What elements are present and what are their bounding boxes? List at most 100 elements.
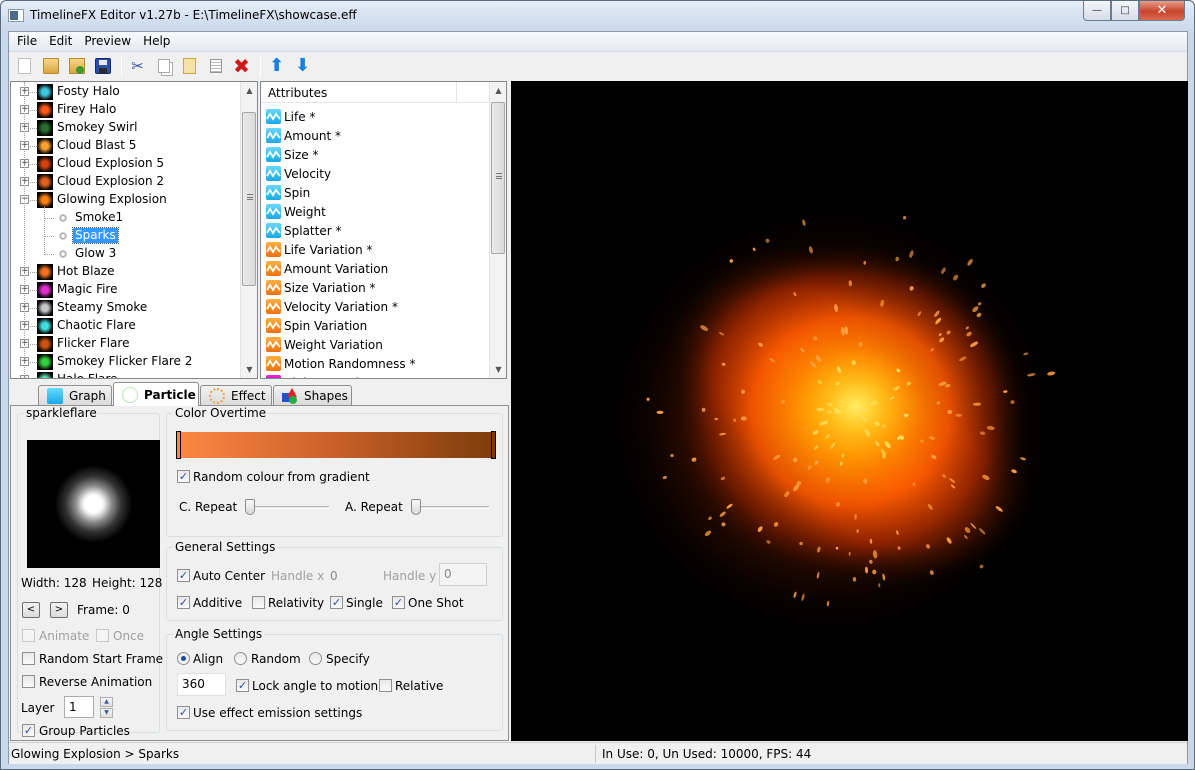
attributes-header[interactable]: Attributes <box>261 82 490 103</box>
duplicate-button[interactable] <box>204 55 227 77</box>
move-up-button[interactable]: ⬆ <box>265 55 288 77</box>
specify-radio[interactable] <box>309 652 322 665</box>
maximize-button[interactable]: □ <box>1111 1 1139 21</box>
attribute-item[interactable]: Amount * <box>266 126 341 145</box>
tree-item[interactable]: + Steamy Smoke <box>11 299 241 317</box>
scroll-up-icon[interactable]: ▲ <box>490 82 506 99</box>
attribute-item[interactable]: Weight Variation <box>266 335 383 354</box>
sprite-preview[interactable] <box>27 440 160 568</box>
auto-center-checkbox[interactable]: ✓ <box>177 569 190 582</box>
tree-item[interactable]: + Smokey Flicker Flare 2 <box>11 353 241 371</box>
tree-item[interactable]: Smoke1 <box>11 209 241 227</box>
attributes-scroll-thumb[interactable] <box>491 102 505 254</box>
lock-angle-checkbox[interactable]: ✓ <box>236 679 249 692</box>
tree-item[interactable]: + Hot Blaze <box>11 263 241 281</box>
attribute-item[interactable]: Alpha Overtime * <box>266 373 388 378</box>
tree-item[interactable]: + Cloud Explosion 5 <box>11 155 241 173</box>
tree-item[interactable]: + Flicker Flare <box>11 335 241 353</box>
tree-item[interactable]: + Chaotic Flare <box>11 317 241 335</box>
close-button[interactable]: ✕ <box>1139 1 1185 21</box>
tree-item[interactable]: + Smokey Swirl <box>11 119 241 137</box>
menu-edit[interactable]: Edit <box>43 32 78 51</box>
attribute-item[interactable]: Velocity <box>266 164 331 183</box>
relativity-checkbox[interactable] <box>252 596 265 609</box>
move-down-button[interactable]: ⬇ <box>291 55 314 77</box>
menu-file[interactable]: File <box>11 32 43 51</box>
prev-frame-button[interactable]: < <box>22 602 40 618</box>
effects-tree[interactable]: + Fosty Halo + Firey Halo + Smokey Swirl + Clou… <box>10 81 258 379</box>
additive-checkbox[interactable]: ✓ <box>177 596 190 609</box>
color-gradient-bar[interactable] <box>176 431 496 459</box>
paste-button[interactable] <box>178 55 201 77</box>
scroll-up-icon[interactable]: ▲ <box>241 82 257 99</box>
relative-checkbox[interactable] <box>379 679 392 692</box>
random-colour-checkbox[interactable]: ✓ <box>177 470 190 483</box>
attribute-item[interactable]: Motion Randomness * <box>266 354 415 373</box>
attribute-item[interactable]: Splatter * <box>266 221 341 240</box>
a-repeat-slider[interactable] <box>411 506 489 509</box>
group-particles-checkbox[interactable]: ✓ <box>22 724 35 737</box>
tree-item[interactable]: + Cloud Blast 5 <box>11 137 241 155</box>
layer-input[interactable]: 1 <box>64 696 94 718</box>
reverse-animation-checkbox[interactable] <box>22 675 35 688</box>
copy-button[interactable] <box>152 55 175 77</box>
tab-particle[interactable]: Particle <box>113 382 199 406</box>
c-repeat-slider-thumb[interactable] <box>245 499 255 515</box>
scroll-down-icon[interactable]: ▼ <box>490 361 506 378</box>
tree-item[interactable]: − Glowing Explosion <box>11 191 241 209</box>
use-effect-emission-checkbox[interactable]: ✓ <box>177 706 190 719</box>
a-repeat-slider-thumb[interactable] <box>411 499 421 515</box>
angle-input[interactable]: 360 <box>177 673 226 696</box>
tree-item[interactable]: + Firey Halo <box>11 101 241 119</box>
effect-preview-canvas[interactable] <box>511 81 1188 741</box>
delete-button[interactable]: ✖ <box>230 55 253 77</box>
tree-item[interactable]: Glow 3 <box>11 245 241 263</box>
attributes-scrollbar[interactable]: ▲ ▼ <box>489 82 506 378</box>
attribute-item[interactable]: Size * <box>266 145 318 164</box>
handle-y-input[interactable]: 0 <box>439 563 487 586</box>
tree-item[interactable]: + Fosty Halo <box>11 83 241 101</box>
tab-graph[interactable]: Graph <box>38 385 112 405</box>
attribute-item[interactable]: Life Variation * <box>266 240 373 259</box>
attribute-item[interactable]: Life * <box>266 107 315 126</box>
attribute-item[interactable]: Amount Variation <box>266 259 388 278</box>
single-checkbox[interactable]: ✓ <box>330 596 343 609</box>
random-start-frame-checkbox[interactable] <box>22 652 35 665</box>
c-repeat-slider[interactable] <box>245 506 329 509</box>
tab-effect[interactable]: Effect <box>200 385 272 405</box>
title-bar[interactable]: TimelineFX Editor v1.27b - E:\TimelineFX… <box>1 1 1194 31</box>
layer-spin-up-icon[interactable]: ▲ <box>100 697 113 707</box>
attribute-item[interactable]: Spin Variation <box>266 316 367 335</box>
one-shot-checkbox[interactable]: ✓ <box>392 596 405 609</box>
tree-item[interactable]: + Halo Flare <box>11 371 241 378</box>
save-button[interactable] <box>91 55 114 77</box>
once-checkbox[interactable] <box>96 629 109 642</box>
align-radio[interactable] <box>177 652 190 665</box>
minimize-button[interactable]: — <box>1083 1 1111 21</box>
menu-help[interactable]: Help <box>137 32 176 51</box>
tree-item[interactable]: Sparks <box>11 227 241 245</box>
attributes-list[interactable]: Attributes Life * Amount * Size * Velocity S… <box>260 81 507 379</box>
random-label: Random <box>251 652 301 666</box>
layer-spin-down-icon[interactable]: ▼ <box>100 708 113 718</box>
gradient-end-marker[interactable] <box>491 431 496 459</box>
gradient-start-marker[interactable] <box>176 431 181 459</box>
attribute-item[interactable]: Size Variation * <box>266 278 376 297</box>
tab-shapes[interactable]: Shapes <box>273 385 352 405</box>
open-button[interactable] <box>39 55 62 77</box>
menu-preview[interactable]: Preview <box>78 32 137 51</box>
random-radio[interactable] <box>234 652 247 665</box>
tree-scrollbar[interactable]: ▲ ▼ <box>240 82 257 378</box>
attribute-item[interactable]: Spin <box>266 183 310 202</box>
next-frame-button[interactable]: > <box>50 602 68 618</box>
animate-checkbox[interactable] <box>22 629 35 642</box>
tree-item[interactable]: + Cloud Explosion 2 <box>11 173 241 191</box>
tree-item[interactable]: + Magic Fire <box>11 281 241 299</box>
scroll-down-icon[interactable]: ▼ <box>241 361 257 378</box>
attribute-item[interactable]: Velocity Variation * <box>266 297 398 316</box>
cut-button[interactable]: ✂ <box>126 55 149 77</box>
import-button[interactable] <box>65 55 88 77</box>
new-button[interactable] <box>13 55 36 77</box>
tree-scroll-thumb[interactable] <box>242 112 256 286</box>
attribute-item[interactable]: Weight <box>266 202 326 221</box>
